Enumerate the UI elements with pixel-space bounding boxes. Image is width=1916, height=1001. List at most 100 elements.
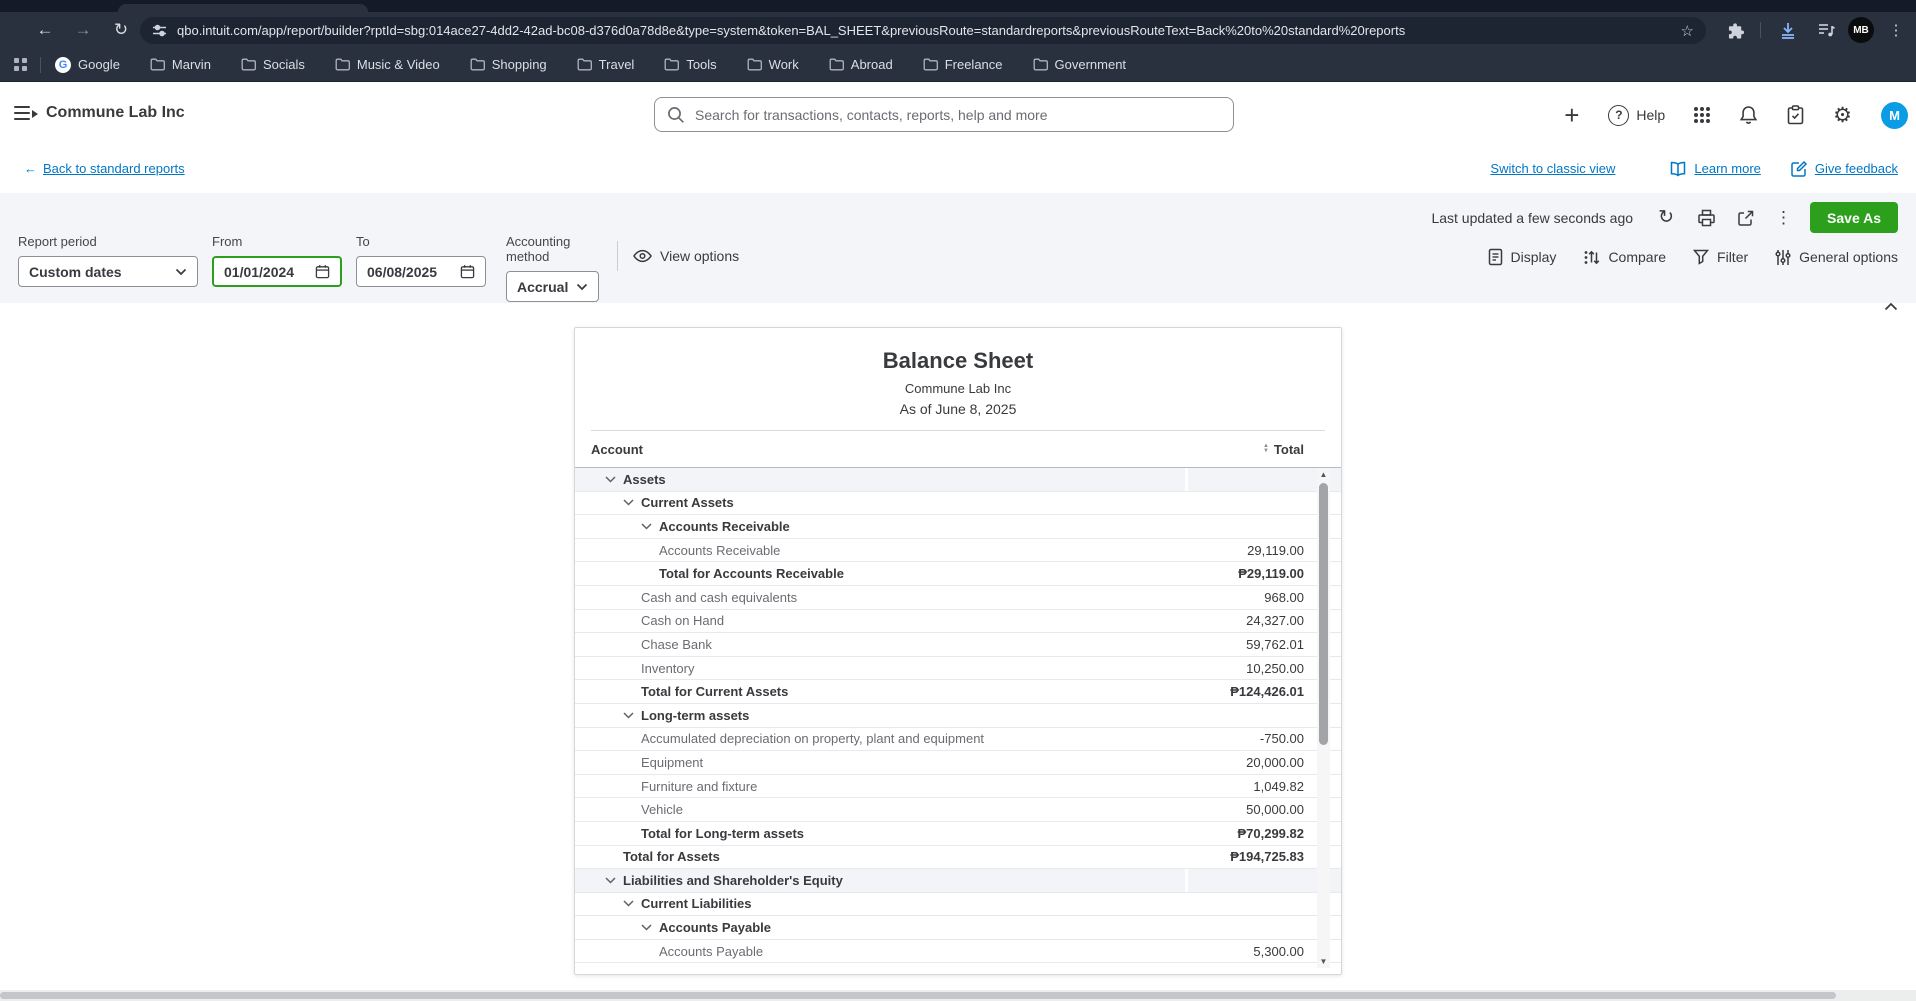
report-more-kebab-icon[interactable]: ⋮ <box>1775 208 1792 228</box>
table-row[interactable]: Accumulated depreciation on property, pl… <box>575 728 1341 752</box>
amount-value[interactable]: 968.00 <box>1264 590 1304 605</box>
table-row[interactable]: Inventory 10,250.00 <box>575 657 1341 681</box>
from-date-field[interactable] <box>212 256 342 287</box>
scroll-down-icon[interactable]: ▼ <box>1317 957 1330 966</box>
downloads-icon[interactable] <box>1776 18 1800 42</box>
vertical-scrollbar[interactable]: ▲ ▼ <box>1317 468 1330 968</box>
account-label[interactable]: Accounts Payable <box>659 944 763 959</box>
table-row[interactable]: Accounts Receivable 29,119.00 <box>575 539 1341 563</box>
user-avatar[interactable]: M <box>1881 101 1908 129</box>
apps-launcher-icon[interactable] <box>1694 107 1711 123</box>
report-period-select[interactable]: Custom dates <box>18 256 198 287</box>
bookmark-item[interactable]: Marvin <box>150 57 211 72</box>
account-label[interactable]: Furniture and fixture <box>641 779 757 794</box>
save-as-button[interactable]: Save As <box>1810 202 1898 233</box>
compare-button[interactable]: Compare <box>1583 249 1666 266</box>
amount-value[interactable]: 10,250.00 <box>1246 661 1304 676</box>
export-icon[interactable] <box>1735 207 1757 229</box>
browser-menu-kebab-icon[interactable]: ⋮ <box>1884 18 1908 42</box>
site-settings-icon[interactable] <box>152 23 167 38</box>
chevron-down-icon[interactable] <box>641 523 659 530</box>
horizontal-scrollbar[interactable] <box>0 990 1916 1001</box>
table-row[interactable]: Liabilities and Shareholder's Equity <box>575 869 1341 893</box>
forward-icon[interactable]: → <box>68 15 98 45</box>
chevron-down-icon[interactable] <box>623 900 641 908</box>
bookmark-item[interactable]: Music & Video <box>335 57 440 72</box>
calendar-icon[interactable] <box>315 264 330 279</box>
apps-grid-icon[interactable] <box>14 57 28 72</box>
account-label[interactable]: Cash and cash equivalents <box>641 590 797 605</box>
table-row[interactable]: Vehicle 50,000.00 <box>575 798 1341 822</box>
bookmark-item[interactable]: Travel <box>577 57 634 72</box>
amount-value[interactable]: -750.00 <box>1260 731 1304 746</box>
amount-value[interactable]: 59,762.01 <box>1246 637 1304 652</box>
scrollbar-thumb[interactable] <box>1319 483 1328 745</box>
tasks-clipboard-icon[interactable] <box>1787 105 1804 125</box>
to-date-input[interactable] <box>367 263 460 280</box>
table-row[interactable]: Current Liabilities <box>575 893 1341 917</box>
table-row[interactable]: Total for Assets ₱194,725.83 <box>575 846 1341 870</box>
chevron-down-icon[interactable] <box>641 924 659 931</box>
filter-button[interactable]: Filter <box>1693 249 1748 265</box>
account-label[interactable]: Equipment <box>641 755 703 770</box>
bookmark-star-icon[interactable]: ☆ <box>1681 22 1694 40</box>
table-row[interactable]: Accounts Payable 5,300.00 <box>575 940 1341 964</box>
view-options-button[interactable]: View options <box>633 248 739 264</box>
account-label[interactable]: Total for Current Assets <box>641 684 788 699</box>
amount-value[interactable]: 29,119.00 <box>1247 543 1304 558</box>
amount-value[interactable]: 5,300.00 <box>1253 944 1304 959</box>
amount-value[interactable]: 20,000.00 <box>1246 755 1304 770</box>
print-icon[interactable] <box>1695 207 1717 229</box>
bookmark-item[interactable]: Tools <box>664 57 717 72</box>
nav-menu-icon[interactable] <box>14 106 38 122</box>
chevron-down-icon[interactable] <box>623 712 641 719</box>
back-icon[interactable]: ← <box>30 15 60 45</box>
table-row[interactable]: Current Assets <box>575 492 1341 516</box>
display-button[interactable]: Display <box>1488 248 1556 266</box>
account-label[interactable]: Accounts Receivable <box>659 543 780 558</box>
table-row[interactable]: Accounts Payable <box>575 916 1341 940</box>
notifications-bell-icon[interactable] <box>1739 105 1758 126</box>
account-label[interactable]: Total for Long-term assets <box>641 826 804 841</box>
accounting-method-select[interactable]: Accrual <box>506 271 599 302</box>
account-column-header[interactable]: Account <box>591 442 643 457</box>
learn-more-link[interactable]: Learn more <box>1669 161 1761 177</box>
account-label[interactable]: Accumulated depreciation on property, pl… <box>641 731 984 746</box>
reload-icon[interactable]: ↻ <box>106 15 136 45</box>
table-row[interactable]: Assets <box>575 468 1341 492</box>
bookmark-item[interactable]: Freelance <box>923 57 1003 72</box>
collapse-controls-chevron-icon[interactable] <box>1880 296 1902 316</box>
table-row[interactable]: Equipment 20,000.00 <box>575 751 1341 775</box>
extensions-puzzle-icon[interactable] <box>1724 18 1748 42</box>
from-date-input[interactable] <box>224 263 315 280</box>
table-row[interactable]: Long-term assets <box>575 704 1341 728</box>
create-plus-icon[interactable]: + <box>1564 102 1579 128</box>
url-bar[interactable]: qbo.intuit.com/app/report/builder?rptId=… <box>140 17 1706 44</box>
bookmark-item[interactable]: Shopping <box>470 57 547 72</box>
scroll-up-icon[interactable]: ▲ <box>1317 470 1330 479</box>
amount-value[interactable]: 50,000.00 <box>1246 802 1304 817</box>
help-button[interactable]: ? Help <box>1608 104 1665 126</box>
table-row[interactable]: Accounts Receivable <box>575 515 1341 539</box>
global-search[interactable] <box>654 97 1234 132</box>
search-input[interactable] <box>695 106 1221 123</box>
switch-to-classic-view-link[interactable]: Switch to classic view <box>1490 161 1615 176</box>
table-row[interactable]: Furniture and fixture 1,049.82 <box>575 775 1341 799</box>
amount-value[interactable]: 24,327.00 <box>1246 613 1304 628</box>
table-row[interactable]: Total for Current Assets ₱124,426.01 <box>575 680 1341 704</box>
give-feedback-link[interactable]: Give feedback <box>1791 160 1898 177</box>
chevron-down-icon[interactable] <box>605 476 623 483</box>
table-row[interactable]: Cash and cash equivalents 968.00 <box>575 586 1341 610</box>
back-to-standard-reports-link[interactable]: ← Back to standard reports <box>24 161 185 176</box>
table-row[interactable]: Cash on Hand 24,327.00 <box>575 610 1341 634</box>
account-label[interactable]: Total for Assets <box>623 849 720 864</box>
bookmark-item[interactable]: G Google <box>55 56 120 73</box>
amount-value[interactable]: 1,049.82 <box>1253 779 1304 794</box>
account-label[interactable]: Chase Bank <box>641 637 712 652</box>
bookmark-item[interactable]: Socials <box>241 57 305 72</box>
bookmark-item[interactable]: Abroad <box>829 57 893 72</box>
chevron-down-icon[interactable] <box>605 877 623 884</box>
to-date-field[interactable] <box>356 256 486 287</box>
bookmark-item[interactable]: Government <box>1033 57 1126 72</box>
reading-list-icon[interactable] <box>1814 18 1838 42</box>
